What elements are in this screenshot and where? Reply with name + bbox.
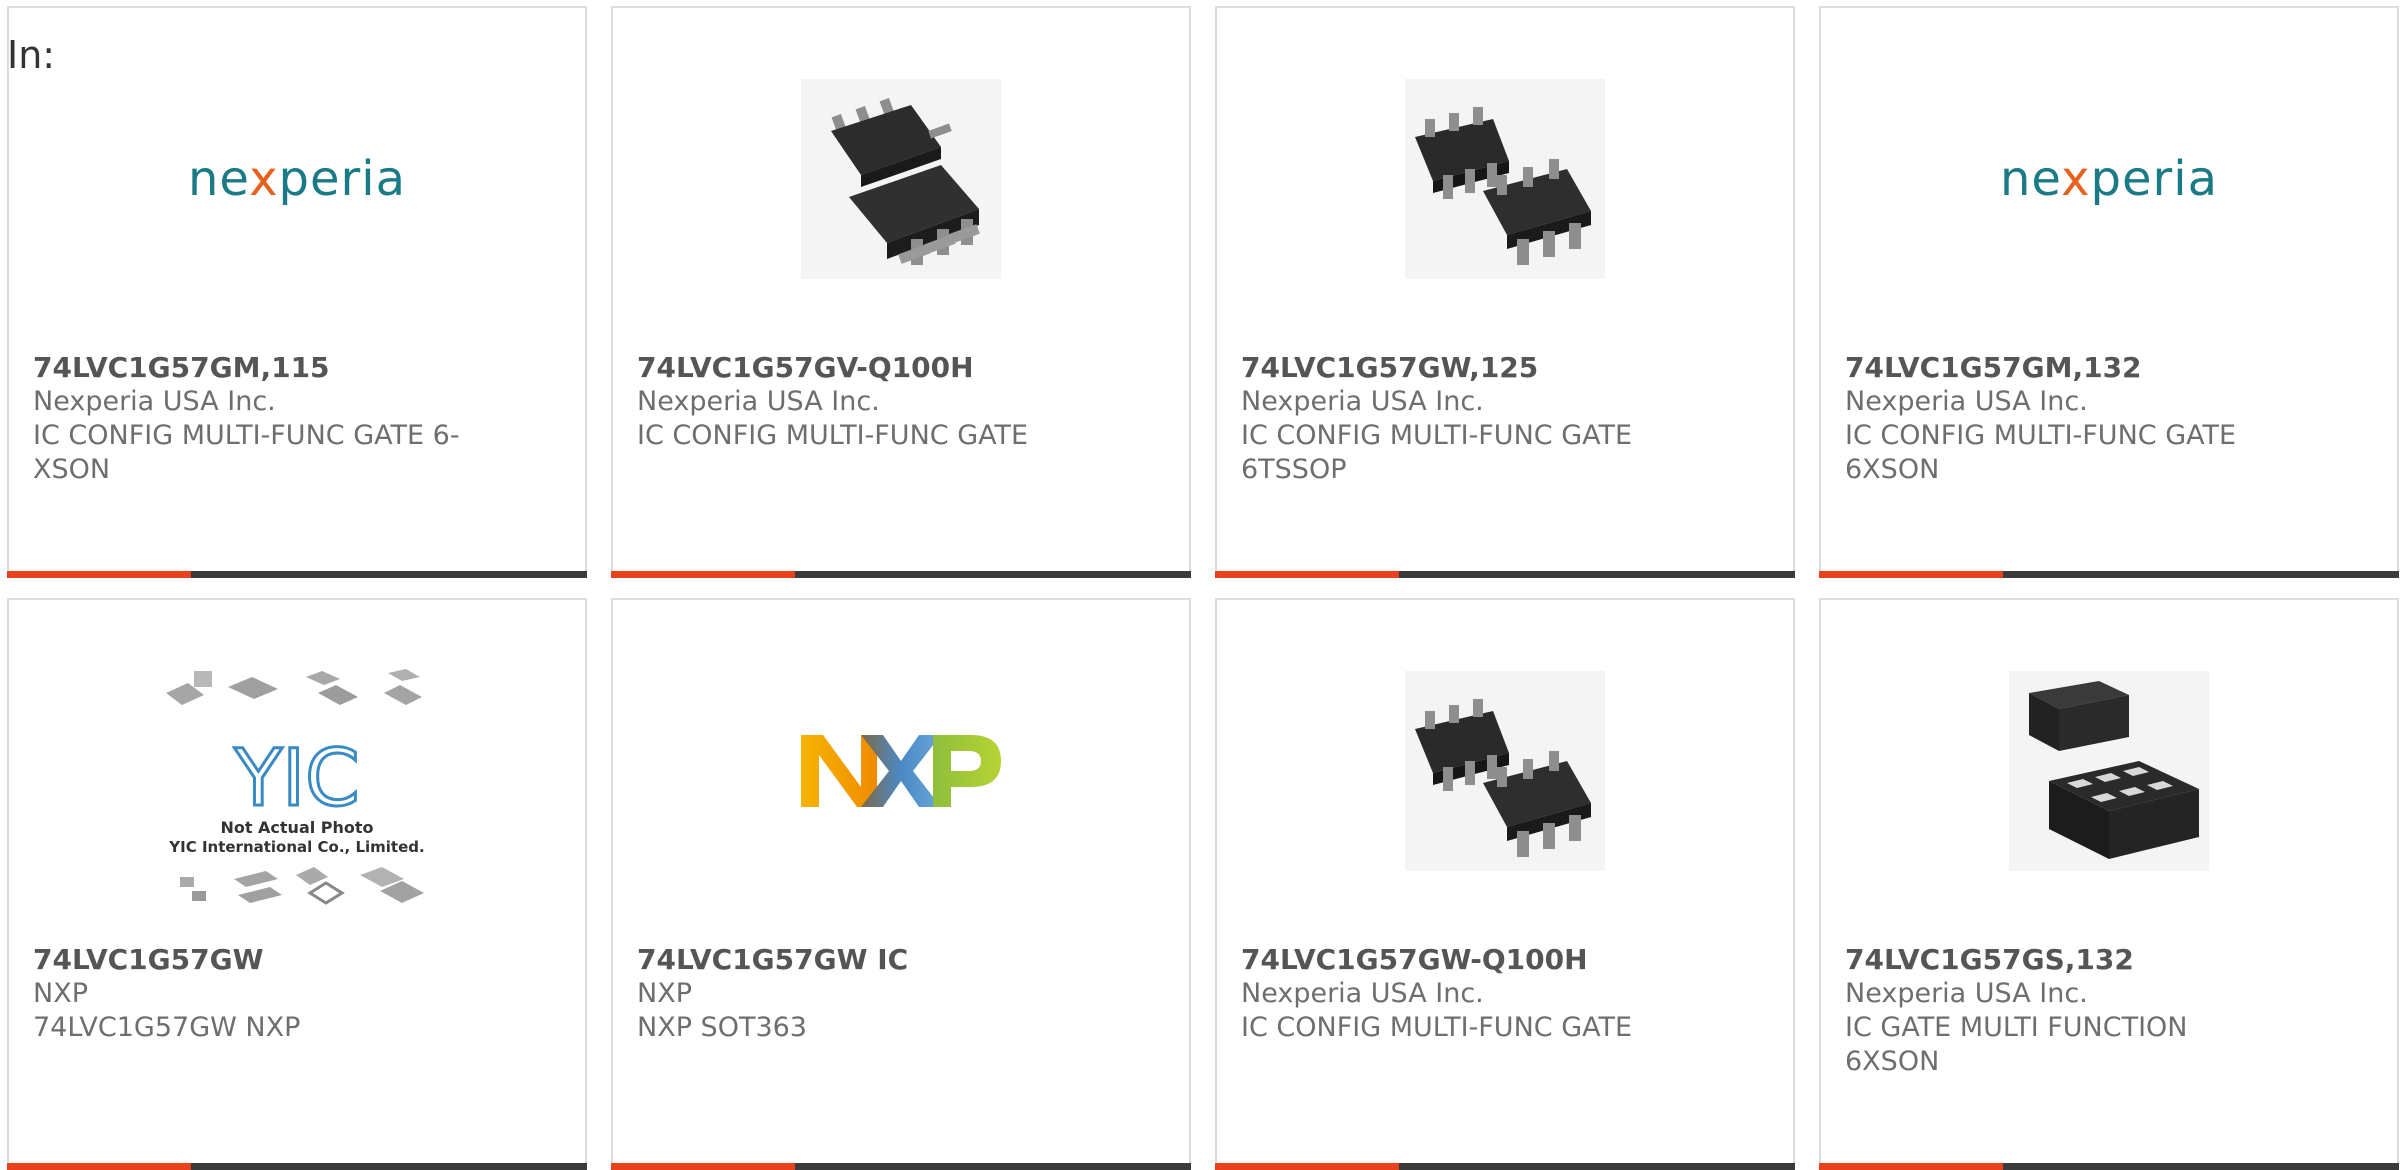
results-prefix-label: In: bbox=[7, 33, 56, 77]
part-number-link[interactable]: 74LVC1G57GW-Q100H bbox=[1241, 943, 1769, 977]
card-footer-bar bbox=[611, 1163, 1191, 1170]
description-label: 74LVC1G57GW NXP bbox=[33, 1012, 301, 1043]
product-card[interactable]: 74LVC1G57GW,125 Nexperia USA Inc. IC CON… bbox=[1215, 6, 1795, 578]
svg-text:YIC: YIC bbox=[233, 734, 359, 824]
card-footer-bar bbox=[1819, 1163, 2399, 1170]
description-label: IC CONFIG MULTI-FUNC GATE 6XSON bbox=[1845, 420, 2237, 485]
svg-text:YIC International Co., Limited: YIC International Co., Limited. bbox=[168, 838, 424, 856]
product-card[interactable]: 74LVC1G57GW-Q100H Nexperia USA Inc. IC C… bbox=[1215, 598, 1795, 1170]
not-actual-photo-icon: YIC Not Actual Photo YIC International C… bbox=[166, 669, 425, 905]
product-card[interactable]: 74LVC1G57GS,132 Nexperia USA Inc. IC GAT… bbox=[1819, 598, 2399, 1170]
card-footer-bar bbox=[1215, 1163, 1795, 1170]
product-image[interactable]: YIC Not Actual Photo YIC International C… bbox=[9, 660, 585, 920]
tssop6-chip-icon bbox=[1405, 671, 1605, 871]
card-footer-bar bbox=[7, 571, 587, 578]
card-footer-bar bbox=[611, 571, 1191, 578]
part-number-link[interactable]: 74LVC1G57GM,132 bbox=[1845, 351, 2373, 385]
product-image[interactable] bbox=[613, 666, 1189, 876]
svg-text:Not Actual Photo: Not Actual Photo bbox=[220, 818, 373, 837]
product-card[interactable]: 74LVC1G57GW IC NXP NXP SOT363 bbox=[611, 598, 1191, 1170]
nexperia-logo-icon: nexperia bbox=[188, 151, 406, 207]
description-label: IC GATE MULTI FUNCTION 6XSON bbox=[1845, 1012, 2188, 1077]
manufacturer-label: Nexperia USA Inc. bbox=[1845, 386, 2088, 417]
part-number-link[interactable]: 74LVC1G57GM,115 bbox=[33, 351, 561, 385]
nexperia-logo-icon: nexperia bbox=[2000, 151, 2218, 207]
product-image[interactable] bbox=[613, 74, 1189, 284]
manufacturer-label: Nexperia USA Inc. bbox=[637, 386, 880, 417]
part-number-link[interactable]: 74LVC1G57GW bbox=[33, 943, 561, 977]
part-number-link[interactable]: 74LVC1G57GS,132 bbox=[1845, 943, 2373, 977]
product-image[interactable] bbox=[1821, 666, 2397, 876]
description-label: IC CONFIG MULTI-FUNC GATE bbox=[637, 420, 1029, 451]
product-card[interactable]: nexperia 74LVC1G57GM,132 Nexperia USA In… bbox=[1819, 6, 2399, 578]
part-number-link[interactable]: 74LVC1G57GV-Q100H bbox=[637, 351, 1165, 385]
manufacturer-label: NXP bbox=[637, 978, 692, 1009]
sot23-6-chip-icon bbox=[801, 79, 1001, 279]
product-image[interactable]: nexperia bbox=[1821, 74, 2397, 284]
tssop6-chip-icon bbox=[1405, 79, 1605, 279]
product-image[interactable] bbox=[1217, 74, 1793, 284]
product-card[interactable]: YIC Not Actual Photo YIC International C… bbox=[7, 598, 587, 1170]
card-footer-bar bbox=[7, 1163, 587, 1170]
description-label: IC CONFIG MULTI-FUNC GATE 6-XSON bbox=[33, 420, 460, 485]
description-label: IC CONFIG MULTI-FUNC GATE bbox=[1241, 1012, 1633, 1043]
product-grid: nexperia 74LVC1G57GM,115 Nexperia USA In… bbox=[7, 6, 2399, 1170]
manufacturer-label: Nexperia USA Inc. bbox=[1241, 386, 1484, 417]
card-footer-bar bbox=[1215, 571, 1795, 578]
product-image[interactable] bbox=[1217, 666, 1793, 876]
product-card[interactable]: 74LVC1G57GV-Q100H Nexperia USA Inc. IC C… bbox=[611, 6, 1191, 578]
product-image[interactable]: nexperia bbox=[9, 74, 585, 284]
part-number-link[interactable]: 74LVC1G57GW,125 bbox=[1241, 351, 1769, 385]
manufacturer-label: NXP bbox=[33, 978, 88, 1009]
card-footer-bar bbox=[1819, 571, 2399, 578]
description-label: IC CONFIG MULTI-FUNC GATE 6TSSOP bbox=[1241, 420, 1633, 485]
manufacturer-label: Nexperia USA Inc. bbox=[1845, 978, 2088, 1009]
description-label: NXP SOT363 bbox=[637, 1012, 807, 1043]
manufacturer-label: Nexperia USA Inc. bbox=[1241, 978, 1484, 1009]
part-number-link[interactable]: 74LVC1G57GW IC bbox=[637, 943, 1165, 977]
xson6-chip-icon bbox=[2009, 671, 2209, 871]
product-card[interactable]: nexperia 74LVC1G57GM,115 Nexperia USA In… bbox=[7, 6, 587, 578]
manufacturer-label: Nexperia USA Inc. bbox=[33, 386, 276, 417]
nxp-logo-icon bbox=[801, 735, 1001, 807]
